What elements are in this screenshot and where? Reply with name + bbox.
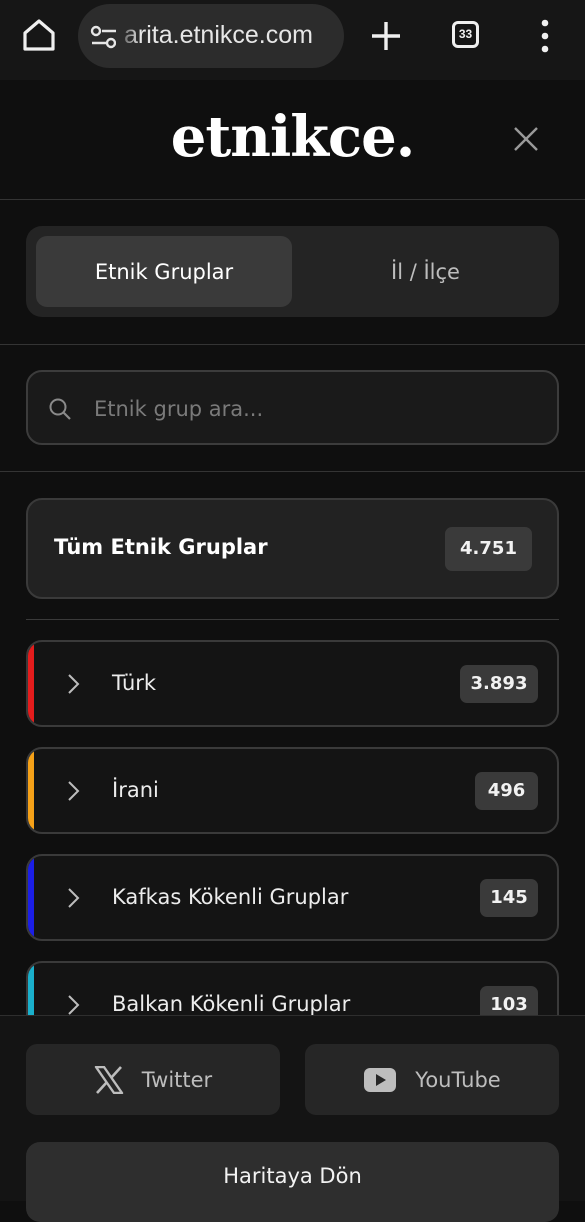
tab-switcher-button[interactable]: 33 [452,21,479,48]
header-divider [0,199,585,200]
url-fade [116,4,140,68]
count-badge: 145 [480,879,538,917]
group-color-stripe [28,963,34,1015]
chevron-right-icon[interactable] [66,993,82,1015]
group-name: Balkan Kökenli Gruplar [112,992,351,1015]
site-logo[interactable]: etnikce. [0,104,585,170]
new-tab-icon[interactable] [368,18,404,54]
group-item-balkan[interactable]: Balkan Kökenli Gruplar 103 [26,961,559,1015]
tab-province-district[interactable]: İl / İlçe [302,236,549,307]
youtube-icon [364,1067,397,1092]
group-color-stripe [28,749,34,832]
chevron-right-icon[interactable] [66,672,82,696]
x-logo-icon [94,1065,123,1094]
count-badge: 4.751 [445,527,532,571]
all-groups-item[interactable]: Tüm Etnik Gruplar 4.751 [26,498,559,599]
count-badge: 3.893 [460,665,538,703]
group-name: Kafkas Kökenli Gruplar [112,885,349,909]
twitter-label: Twitter [141,1067,213,1092]
home-icon[interactable] [20,16,58,54]
list-divider [26,619,559,620]
group-name: Türk [112,671,157,695]
site-settings-icon[interactable] [90,24,118,50]
url-text[interactable]: arita.etnikce.com [124,21,313,50]
back-to-map-button[interactable]: Haritaya Dön [26,1142,559,1222]
search-input[interactable] [92,386,536,432]
chevron-right-icon[interactable] [66,886,82,910]
all-groups-label: Tüm Etnik Gruplar [54,535,268,559]
search-box [26,370,559,445]
group-name: İrani [112,778,159,802]
count-badge: 496 [475,772,538,810]
twitter-button[interactable]: Twitter [26,1044,280,1115]
group-color-stripe [28,642,34,725]
group-item-irani[interactable]: İrani 496 [26,747,559,834]
view-tabs: Etnik Gruplar İl / İlçe [26,226,559,317]
close-icon[interactable] [509,122,543,156]
address-bar[interactable]: arita.etnikce.com [78,4,344,68]
search-divider [0,471,585,472]
chevron-right-icon[interactable] [66,779,82,803]
count-badge: 103 [480,986,538,1015]
search-icon [49,398,71,420]
browser-toolbar: arita.etnikce.com 33 [0,0,585,80]
more-menu-icon[interactable] [532,16,558,56]
footer: Twitter YouTube Haritaya Dön [0,1015,585,1222]
tab-ethnic-groups[interactable]: Etnik Gruplar [36,236,292,307]
group-item-turk[interactable]: Türk 3.893 [26,640,559,727]
youtube-button[interactable]: YouTube [305,1044,559,1115]
tabs-divider [0,344,585,345]
group-list[interactable]: Türk 3.893 İrani 496 Kafkas Kökenli Grup… [0,640,585,1015]
group-item-kafkas[interactable]: Kafkas Kökenli Gruplar 145 [26,854,559,941]
youtube-label: YouTube [415,1067,501,1092]
group-color-stripe [28,856,34,939]
